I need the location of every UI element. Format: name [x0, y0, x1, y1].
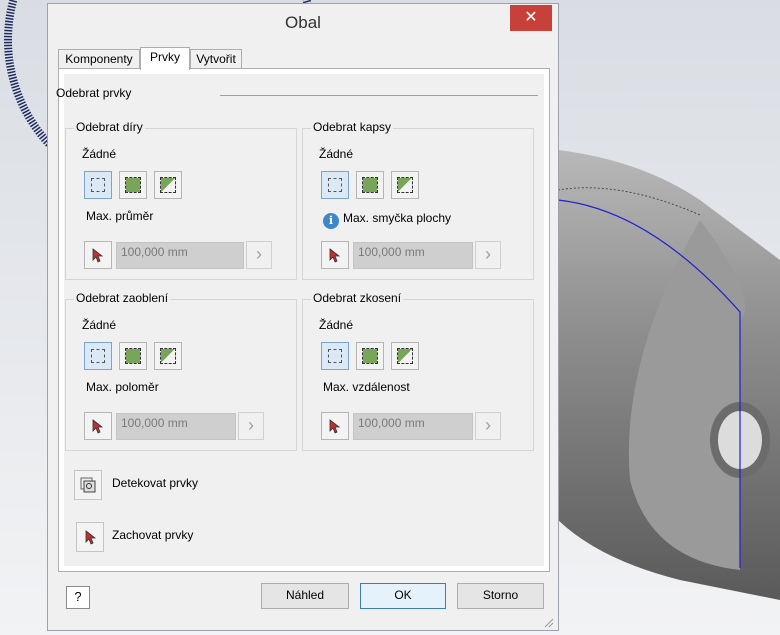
cancel-button[interactable]: Storno: [457, 583, 544, 609]
mode-label: Žádné: [319, 318, 354, 332]
tab-create[interactable]: Vytvořit: [190, 49, 242, 69]
max-radius-field[interactable]: 100,000 mm: [116, 413, 236, 440]
param-label: Max. průměr: [86, 209, 154, 223]
section-title: Odebrat prvky: [56, 86, 132, 100]
title-bar[interactable]: Obal ✕: [48, 4, 558, 38]
group-remove-fillets: Odebrat zaoblení Žádné Max. poloměr 100,…: [65, 291, 297, 451]
select-all-button[interactable]: [356, 342, 384, 370]
arrow-button[interactable]: ›: [238, 412, 264, 440]
ok-button[interactable]: OK: [360, 583, 446, 609]
resize-grip[interactable]: [542, 616, 554, 628]
mode-label: Žádné: [82, 147, 117, 161]
select-range-icon: [160, 348, 176, 364]
info-icon[interactable]: i: [323, 213, 339, 229]
dialog-title: Obal: [285, 13, 321, 32]
mode-label: Žádné: [82, 318, 117, 332]
select-range-button[interactable]: [391, 171, 419, 199]
cursor-icon: [92, 248, 104, 263]
cursor-icon: [329, 419, 341, 434]
select-all-button[interactable]: [119, 342, 147, 370]
select-none-icon: [91, 178, 105, 192]
select-none-icon: [328, 349, 342, 363]
max-distance-field[interactable]: 100,000 mm: [353, 413, 473, 440]
group-title: Odebrat díry: [74, 120, 145, 134]
mode-label: Žádné: [319, 147, 354, 161]
arrow-button[interactable]: ›: [475, 241, 501, 269]
detect-icon: [80, 477, 96, 493]
select-all-icon: [125, 348, 141, 364]
cursor-icon: [85, 530, 97, 545]
tab-features[interactable]: Prvky: [140, 47, 190, 70]
select-all-icon: [362, 348, 378, 364]
section-divider: [220, 95, 538, 96]
arrow-button[interactable]: ›: [475, 412, 501, 440]
select-all-button[interactable]: [119, 171, 147, 199]
cursor-icon: [329, 248, 341, 263]
preview-button[interactable]: Náhled: [261, 583, 349, 609]
keep-features-button[interactable]: [76, 522, 104, 552]
keep-features-label: Zachovat prvky: [112, 528, 194, 542]
detect-features-label: Detekovat prvky: [112, 476, 199, 490]
select-range-icon: [160, 177, 176, 193]
max-diameter-field[interactable]: 100,000 mm: [116, 242, 244, 269]
select-none-icon: [91, 349, 105, 363]
cursor-icon: [92, 419, 104, 434]
detect-features-button[interactable]: [74, 470, 102, 500]
arrow-button[interactable]: ›: [246, 241, 272, 269]
wrap-dialog: Obal ✕ Komponenty Prvky Vytvořit Odebrat…: [47, 3, 559, 631]
select-none-button[interactable]: [321, 171, 349, 199]
tab-components[interactable]: Komponenty: [58, 49, 140, 69]
select-range-icon: [397, 177, 413, 193]
pick-button[interactable]: [321, 241, 349, 269]
group-remove-holes: Odebrat díry Žádné Max. průměr 100,000 m…: [65, 120, 297, 280]
select-range-icon: [397, 348, 413, 364]
select-range-button[interactable]: [391, 342, 419, 370]
select-all-icon: [362, 177, 378, 193]
group-remove-chamfers: Odebrat zkosení Žádné Max. vzdálenost 10…: [302, 291, 534, 451]
pick-button[interactable]: [321, 412, 349, 440]
group-title: Odebrat kapsy: [311, 120, 394, 134]
close-button[interactable]: ✕: [510, 5, 552, 31]
group-title: Odebrat zkosení: [311, 291, 404, 305]
select-none-icon: [328, 178, 342, 192]
select-all-icon: [125, 177, 141, 193]
select-none-button[interactable]: [84, 171, 112, 199]
select-all-button[interactable]: [356, 171, 384, 199]
select-range-button[interactable]: [154, 342, 182, 370]
select-range-button[interactable]: [154, 171, 182, 199]
pick-button[interactable]: [84, 241, 112, 269]
select-none-button[interactable]: [321, 342, 349, 370]
group-title: Odebrat zaoblení: [74, 291, 171, 305]
param-label: Max. smyčka plochy: [343, 211, 452, 225]
select-none-button[interactable]: [84, 342, 112, 370]
param-label: Max. vzdálenost: [323, 380, 410, 394]
max-loop-field[interactable]: 100,000 mm: [353, 242, 473, 269]
pick-button[interactable]: [84, 412, 112, 440]
help-button[interactable]: ?: [66, 586, 90, 609]
param-label: Max. poloměr: [86, 380, 159, 394]
group-remove-pockets: Odebrat kapsy Žádné i Max. smyčka plochy…: [302, 120, 534, 280]
